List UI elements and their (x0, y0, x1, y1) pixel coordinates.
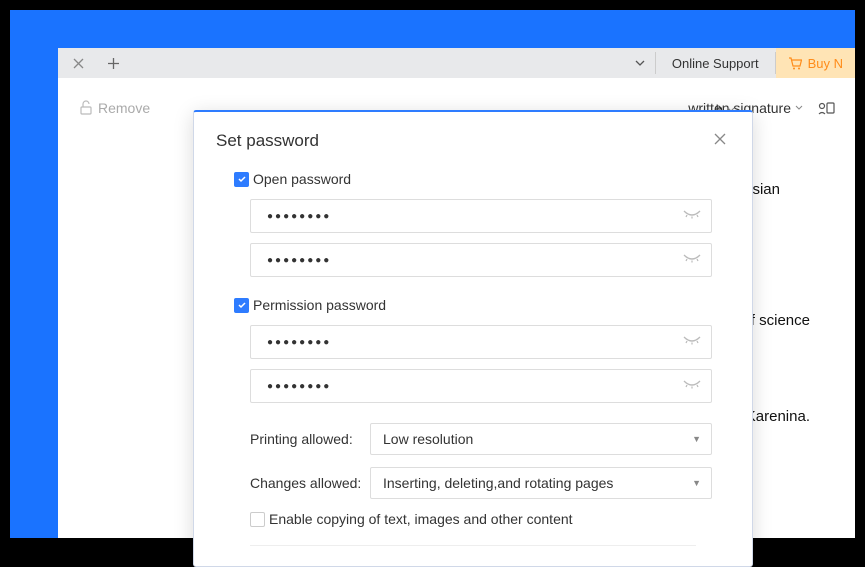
remove-label: Remove (98, 100, 150, 116)
printing-value: Low resolution (383, 431, 473, 447)
window-frame: Online Support Buy N h Remove w (10, 10, 855, 538)
eye-closed-icon (683, 378, 701, 390)
permission-password-confirm-input[interactable]: ●●●●●●●● (250, 369, 712, 403)
printing-allowed-select[interactable]: Low resolution ▼ (370, 423, 712, 455)
eye-closed-icon (683, 252, 701, 264)
enable-copy-checkbox[interactable] (250, 512, 265, 527)
printing-label: Printing allowed: (250, 431, 370, 447)
modal-title: Set password (216, 131, 319, 151)
unlock-icon (78, 100, 94, 116)
divider (250, 545, 696, 546)
app-window: Online Support Buy N h Remove w (58, 48, 855, 538)
printing-allowed-row: Printing allowed: Low resolution ▼ (250, 423, 712, 455)
close-tab-button[interactable] (58, 48, 98, 78)
open-password-confirm-input[interactable]: ●●●●●●●● (250, 243, 712, 277)
enable-copy-label: Enable copying of text, images and other… (269, 511, 573, 527)
eye-closed-icon (683, 208, 701, 220)
contacts-icon (817, 101, 835, 115)
eye-closed-icon (683, 334, 701, 346)
dropdown-arrow-icon: ▼ (692, 478, 701, 488)
toggle-visibility-button[interactable] (683, 377, 701, 395)
chevron-down-icon (635, 60, 645, 66)
check-icon (237, 300, 247, 310)
permission-password-label: Permission password (253, 297, 386, 313)
password-mask: ●●●●●●●● (267, 255, 331, 266)
tab-bar: Online Support Buy N (58, 48, 855, 78)
toolbar-extra-button[interactable] (817, 101, 835, 115)
permission-password-input[interactable]: ●●●●●●●● (250, 325, 712, 359)
buy-button[interactable]: Buy N (776, 48, 855, 78)
buy-label: Buy N (808, 56, 843, 71)
bg-text: Karenina. (746, 408, 810, 425)
open-password-checkbox[interactable] (234, 172, 249, 187)
permission-password-checkbox-row: Permission password (234, 297, 712, 313)
changes-allowed-select[interactable]: Inserting, deleting,and rotating pages ▼ (370, 467, 712, 499)
modal-header: Set password (194, 112, 752, 171)
password-mask: ●●●●●●●● (267, 211, 331, 222)
open-password-checkbox-row: Open password (234, 171, 712, 187)
check-icon (237, 174, 247, 184)
password-mask: ●●●●●●●● (267, 337, 331, 348)
changes-allowed-row: Changes allowed: Inserting, deleting,and… (250, 467, 712, 499)
plus-icon (107, 57, 120, 70)
close-icon (714, 133, 726, 145)
online-support-link[interactable]: Online Support (656, 48, 775, 78)
cart-icon (788, 57, 802, 70)
enable-copy-row: Enable copying of text, images and other… (250, 511, 712, 527)
close-icon (73, 58, 84, 69)
add-tab-button[interactable] (98, 48, 128, 78)
set-password-modal: Set password Open password ●●●●●●●● (193, 110, 753, 567)
open-password-input[interactable]: ●●●●●●●● (250, 199, 712, 233)
modal-close-button[interactable] (710, 128, 730, 153)
toggle-visibility-button[interactable] (683, 333, 701, 351)
toggle-visibility-button[interactable] (683, 251, 701, 269)
tab-dropdown-button[interactable] (625, 48, 655, 78)
password-mask: ●●●●●●●● (267, 381, 331, 392)
permission-password-checkbox[interactable] (234, 298, 249, 313)
changes-label: Changes allowed: (250, 475, 370, 491)
dropdown-arrow-icon: ▼ (692, 434, 701, 444)
modal-body: Open password ●●●●●●●● ●●●●●●●● (194, 171, 752, 546)
chevron-down-icon (795, 105, 803, 110)
open-password-label: Open password (253, 171, 351, 187)
changes-value: Inserting, deleting,and rotating pages (383, 475, 613, 491)
toggle-visibility-button[interactable] (683, 207, 701, 225)
remove-button[interactable]: Remove (78, 100, 150, 116)
